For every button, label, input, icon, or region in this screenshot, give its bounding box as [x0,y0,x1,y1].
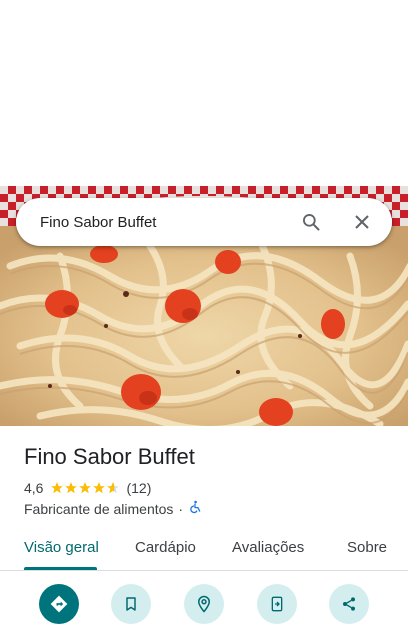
close-icon[interactable] [350,210,374,234]
search-icon[interactable] [299,210,323,234]
share-button[interactable] [329,584,369,624]
tab-overview[interactable]: Visão geral [24,539,99,556]
action-buttons [0,584,408,624]
tab-menu[interactable]: Cardápio [135,539,196,556]
star-rating [50,481,120,495]
share-icon [343,597,355,611]
separator-dot: · [178,500,184,517]
place-tabs: Visão geral Cardápio Avaliações Sobre [0,536,408,570]
star-icon [79,482,92,494]
send-to-phone-button[interactable] [257,584,297,624]
directions-button[interactable] [39,584,79,624]
half-star-icon [107,482,120,494]
save-button[interactable] [111,584,151,624]
place-title: Fino Sabor Buffet [24,444,195,469]
send-to-phone-icon [271,596,283,612]
star-icon [65,482,78,494]
nearby-icon [197,595,211,613]
category-row: Fabricante de alimentos · [24,500,202,517]
directions-icon [50,595,68,613]
star-icon [93,482,106,494]
nearby-button[interactable] [184,584,224,624]
tab-about[interactable]: Sobre [347,539,387,556]
review-count: (12) [126,480,152,496]
search-bar[interactable]: Fino Sabor Buffet [16,198,392,246]
search-input[interactable]: Fino Sabor Buffet [40,214,299,231]
tab-reviews[interactable]: Avaliações [232,539,304,556]
star-icon [51,482,64,494]
rating-value: 4,6 [24,480,44,496]
divider [0,570,408,571]
wheelchair-icon[interactable] [188,500,202,517]
place-category: Fabricante de alimentos [24,500,174,517]
rating-row[interactable]: 4,6 (12) [24,480,151,496]
save-icon [126,597,136,611]
